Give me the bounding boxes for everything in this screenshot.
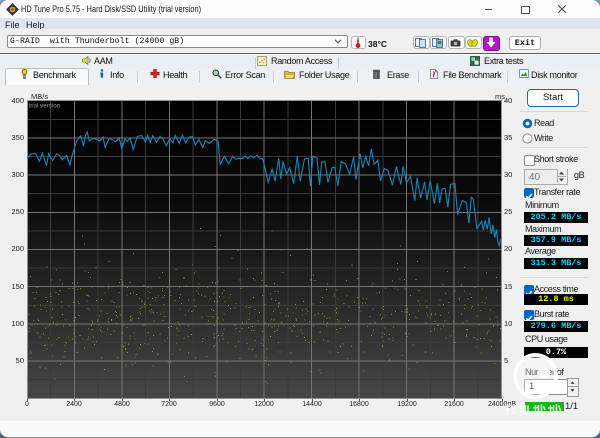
svg-text:trial version: trial version — [29, 103, 61, 110]
